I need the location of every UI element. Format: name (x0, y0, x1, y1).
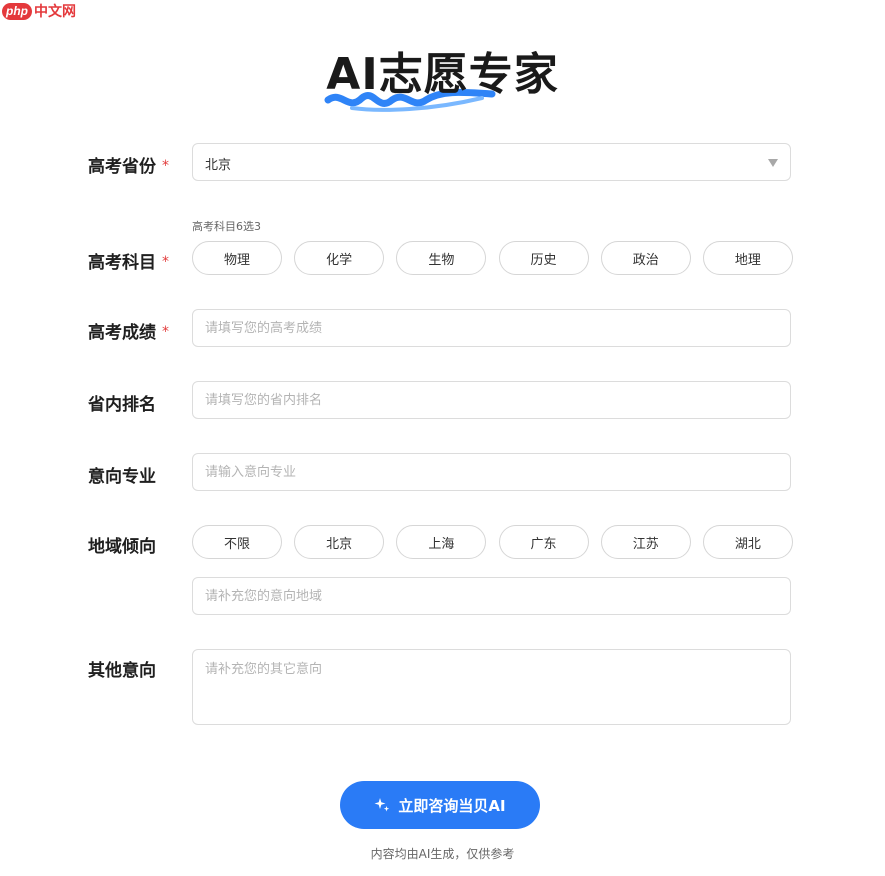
region-chip-any[interactable]: 不限 (192, 525, 282, 559)
disclaimer-text: 内容均由AI生成，仅供参考 (370, 847, 515, 861)
logo-text: 中文网 (34, 4, 76, 20)
subject-chip-biology[interactable]: 生物 (396, 241, 487, 275)
logo-php-badge: php (2, 2, 32, 20)
region-chip-beijing[interactable]: 北京 (294, 525, 385, 559)
page-header: AI志愿专家 (0, 46, 885, 118)
subjects-label-text: 高考科目 (88, 253, 156, 273)
province-select[interactable]: 北京 (192, 143, 791, 181)
region-extra-input[interactable] (193, 578, 790, 614)
subjects-hint: 高考科目6选3 (192, 220, 261, 233)
site-logo[interactable]: php 中文网 (2, 0, 76, 22)
rank-label: 省内排名 (88, 395, 156, 415)
subject-chip-physics[interactable]: 物理 (192, 241, 282, 275)
region-options: 不限 北京 上海 广东 江苏 湖北 (192, 525, 793, 559)
subject-chip-geography[interactable]: 地理 (702, 241, 793, 275)
consult-button-label: 立即咨询当贝AI (398, 796, 506, 815)
page-title: AI志愿专家 (326, 49, 559, 100)
required-mark: * (162, 324, 169, 340)
region-label: 地域倾向 (88, 537, 156, 557)
score-label-text: 高考成绩 (88, 323, 156, 343)
province-label-text: 高考省份 (88, 157, 156, 177)
province-label: 高考省份 * (88, 152, 169, 177)
subject-chip-history[interactable]: 历史 (498, 241, 589, 275)
major-label: 意向专业 (88, 467, 156, 487)
other-textarea[interactable] (193, 650, 790, 724)
major-input[interactable] (193, 454, 790, 490)
subjects-label: 高考科目 * (88, 248, 169, 273)
score-field (192, 309, 791, 347)
region-chip-jiangsu[interactable]: 江苏 (600, 525, 691, 559)
consult-button[interactable]: 立即咨询当贝AI (340, 781, 540, 829)
sparkle-icon (374, 798, 390, 812)
score-label: 高考成绩 * (88, 318, 169, 343)
rank-input[interactable] (193, 382, 790, 418)
region-chip-shanghai[interactable]: 上海 (396, 525, 487, 559)
major-field (192, 453, 791, 491)
other-label: 其他意向 (88, 661, 156, 681)
required-mark: * (162, 158, 169, 174)
region-extra-field (192, 577, 791, 615)
rank-field (192, 381, 791, 419)
region-chip-hubei[interactable]: 湖北 (702, 525, 793, 559)
subject-chip-politics[interactable]: 政治 (600, 241, 691, 275)
subject-chip-chemistry[interactable]: 化学 (294, 241, 385, 275)
required-mark: * (162, 254, 169, 270)
other-field (192, 649, 791, 725)
province-selected-value: 北京 (205, 158, 232, 173)
region-chip-guangdong[interactable]: 广东 (498, 525, 589, 559)
subject-options: 物理 化学 生物 历史 政治 地理 (192, 241, 793, 275)
caret-down-icon (768, 159, 778, 167)
score-input[interactable] (193, 310, 790, 346)
